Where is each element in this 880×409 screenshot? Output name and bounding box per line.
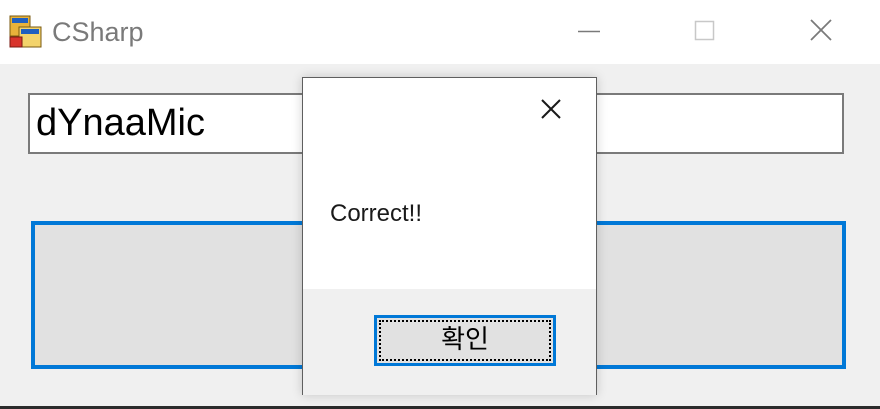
- window-title: CSharp: [52, 17, 144, 47]
- close-icon: [541, 99, 561, 119]
- message-text: Correct!!: [330, 200, 423, 227]
- ok-button-label: 확인: [441, 325, 489, 355]
- message-box: Correct!! 확인: [302, 77, 597, 395]
- message-box-close-button[interactable]: [529, 90, 575, 128]
- maximize-icon: [694, 20, 715, 41]
- application-icon[interactable]: [9, 15, 43, 49]
- ok-button[interactable]: 확인: [374, 315, 556, 366]
- title-bar[interactable]: CSharp: [0, 0, 880, 64]
- text-input-value: dYnaaMic: [36, 102, 205, 144]
- maximize-button[interactable]: [674, 0, 734, 64]
- close-icon: [810, 19, 832, 41]
- minimize-icon: [578, 30, 600, 33]
- message-box-footer: 확인: [303, 289, 596, 395]
- minimize-button[interactable]: [559, 0, 619, 64]
- close-button[interactable]: [791, 0, 851, 64]
